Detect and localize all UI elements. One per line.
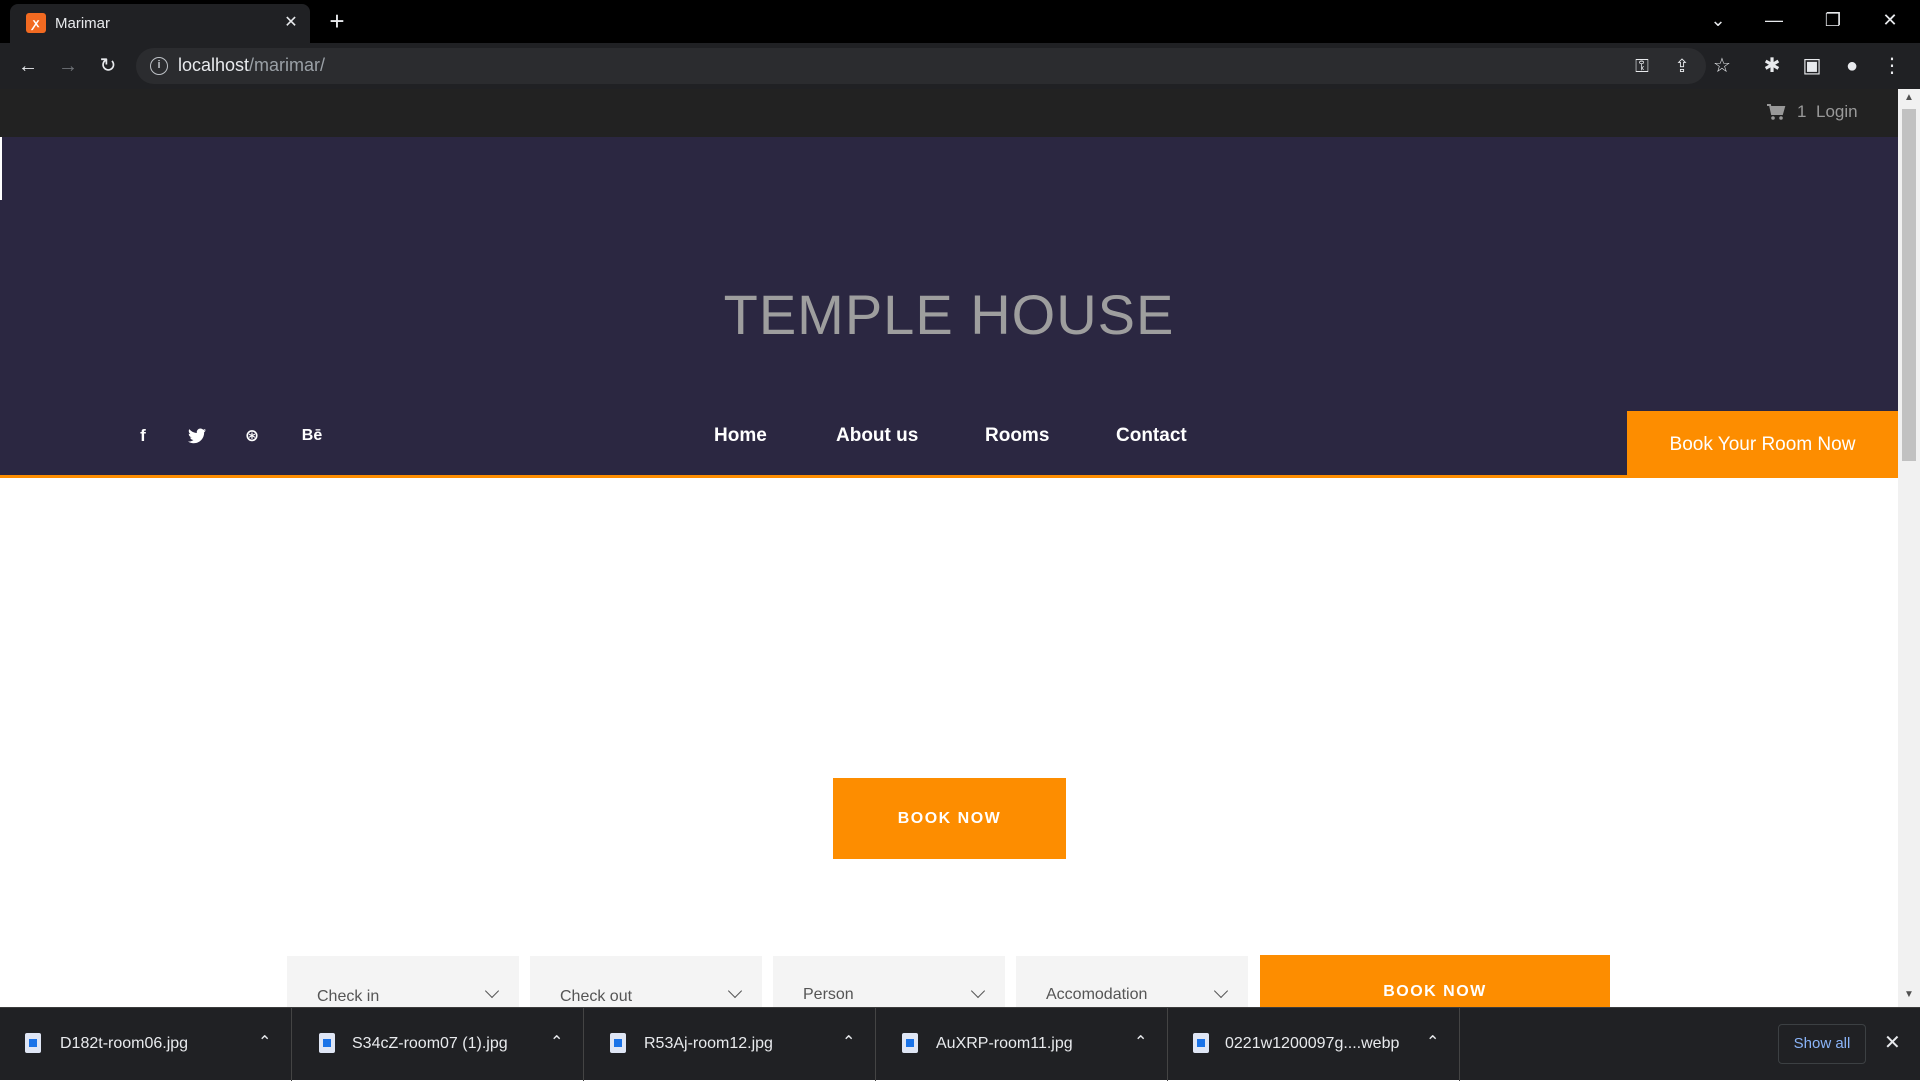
browser-toolbar: ← → ↻ i localhost/marimar/ ⚿ ⇪ ☆ ✱ ▣ ● ⋮: [0, 43, 1920, 89]
image-file-icon: [319, 1033, 335, 1053]
booking-submit-button[interactable]: BOOK NOW: [1260, 955, 1610, 1007]
text-cursor-line: [0, 137, 2, 200]
download-filename: AuXRP-room11.jpg: [936, 1035, 1073, 1052]
web-page: 1 Login TEMPLE HOUSE f ⊛ Bē Home About u…: [0, 89, 1898, 1007]
side-panel-icon[interactable]: ▣: [1798, 52, 1826, 80]
download-item[interactable]: AuXRP-room11.jpg ⌃: [876, 1008, 1168, 1081]
profile-avatar-icon[interactable]: ●: [1838, 52, 1866, 80]
minimize-button[interactable]: —: [1746, 4, 1802, 36]
key-icon[interactable]: ⚿: [1628, 52, 1656, 80]
scroll-up-arrow-icon[interactable]: ▲: [1904, 92, 1914, 103]
download-item[interactable]: 0221w1200097g....webp ⌃: [1168, 1008, 1460, 1081]
page-scrollbar[interactable]: ▲ ▼: [1898, 89, 1920, 1007]
extensions-puzzle-icon[interactable]: ✱: [1758, 52, 1786, 80]
show-all-downloads-button[interactable]: Show all: [1778, 1024, 1866, 1064]
check-in-field[interactable]: Check in: [287, 956, 519, 1007]
download-filename: R53Aj-room12.jpg: [644, 1035, 773, 1052]
image-file-icon: [25, 1033, 41, 1053]
site-info-icon[interactable]: i: [150, 57, 168, 75]
chevron-up-icon[interactable]: ⌃: [842, 1032, 855, 1052]
restore-button[interactable]: ❐: [1805, 4, 1861, 36]
person-select[interactable]: Person: [773, 956, 1005, 1007]
download-filename: 0221w1200097g....webp: [1225, 1035, 1400, 1052]
download-filename: S34cZ-room07 (1).jpg: [352, 1035, 508, 1052]
top-bar: 1 Login: [0, 89, 1898, 137]
chevron-down-icon: [1213, 983, 1229, 999]
chevron-up-icon[interactable]: ⌃: [1134, 1032, 1147, 1052]
twitter-icon[interactable]: [185, 424, 209, 448]
nav-rooms[interactable]: Rooms: [985, 425, 1049, 447]
dribbble-icon[interactable]: ⊛: [240, 424, 264, 448]
chevron-down-icon: [970, 983, 986, 999]
tab-search-icon[interactable]: ⌄: [1690, 4, 1746, 36]
close-window-button[interactable]: ✕: [1862, 4, 1918, 36]
check-out-field[interactable]: Check out: [530, 956, 762, 1007]
chevron-down-icon: [484, 983, 500, 999]
new-tab-button[interactable]: +: [322, 8, 352, 36]
share-icon[interactable]: ⇪: [1668, 52, 1696, 80]
scroll-down-arrow-icon[interactable]: ▼: [1904, 989, 1914, 1000]
chevron-up-icon[interactable]: ⌃: [550, 1032, 563, 1052]
bookmark-star-icon[interactable]: ☆: [1708, 52, 1736, 80]
browser-tab-strip: ꭗ Marimar ✕ + ⌄ — ❐ ✕: [0, 0, 1920, 43]
cart-count[interactable]: 1: [1797, 102, 1806, 122]
url-text[interactable]: localhost/marimar/: [178, 55, 325, 76]
forward-arrow-icon[interactable]: →: [54, 52, 82, 80]
downloads-bar: D182t-room06.jpg ⌃ S34cZ-room07 (1).jpg …: [0, 1007, 1920, 1081]
download-item[interactable]: R53Aj-room12.jpg ⌃: [584, 1008, 876, 1081]
book-now-button[interactable]: BOOK NOW: [833, 778, 1066, 859]
book-your-room-button[interactable]: Book Your Room Now: [1627, 411, 1898, 478]
accommodation-label: Accomodation: [1046, 986, 1148, 1003]
login-link[interactable]: Login: [1816, 102, 1858, 122]
tab-title: Marimar: [55, 15, 110, 32]
chevron-down-icon: [727, 983, 743, 999]
check-out-label: Check out: [560, 988, 633, 1005]
image-file-icon: [1193, 1033, 1209, 1053]
address-bar[interactable]: [136, 48, 1706, 84]
download-filename: D182t-room06.jpg: [60, 1035, 189, 1052]
nav-home[interactable]: Home: [714, 425, 767, 447]
shopping-cart-icon[interactable]: [1766, 102, 1786, 122]
xampp-favicon-icon: ꭗ: [26, 13, 46, 33]
browser-menu-icon[interactable]: ⋮: [1878, 52, 1906, 80]
nav-contact[interactable]: Contact: [1116, 425, 1187, 447]
chevron-up-icon[interactable]: ⌃: [258, 1032, 271, 1052]
browser-tab[interactable]: ꭗ Marimar ✕: [10, 4, 310, 43]
tab-close-icon[interactable]: ✕: [280, 12, 302, 34]
person-label: Person: [803, 986, 854, 1003]
hero-header: TEMPLE HOUSE f ⊛ Bē Home About us Rooms …: [0, 137, 1898, 478]
reload-icon[interactable]: ↻: [94, 52, 122, 80]
image-file-icon: [902, 1033, 918, 1053]
accommodation-select[interactable]: Accomodation: [1016, 956, 1248, 1007]
chevron-up-icon[interactable]: ⌃: [1426, 1032, 1439, 1052]
facebook-icon[interactable]: f: [131, 424, 155, 448]
image-file-icon: [610, 1033, 626, 1053]
download-item[interactable]: S34cZ-room07 (1).jpg ⌃: [292, 1008, 584, 1081]
nav-about-us[interactable]: About us: [836, 425, 918, 447]
behance-icon[interactable]: Bē: [297, 424, 327, 448]
back-arrow-icon[interactable]: ←: [14, 52, 42, 80]
download-item[interactable]: D182t-room06.jpg ⌃: [0, 1008, 292, 1081]
close-downloads-icon[interactable]: ✕: [1884, 1030, 1901, 1055]
scrollbar-thumb[interactable]: [1902, 109, 1916, 461]
site-title[interactable]: TEMPLE HOUSE: [0, 282, 1898, 347]
check-in-label: Check in: [317, 988, 380, 1005]
